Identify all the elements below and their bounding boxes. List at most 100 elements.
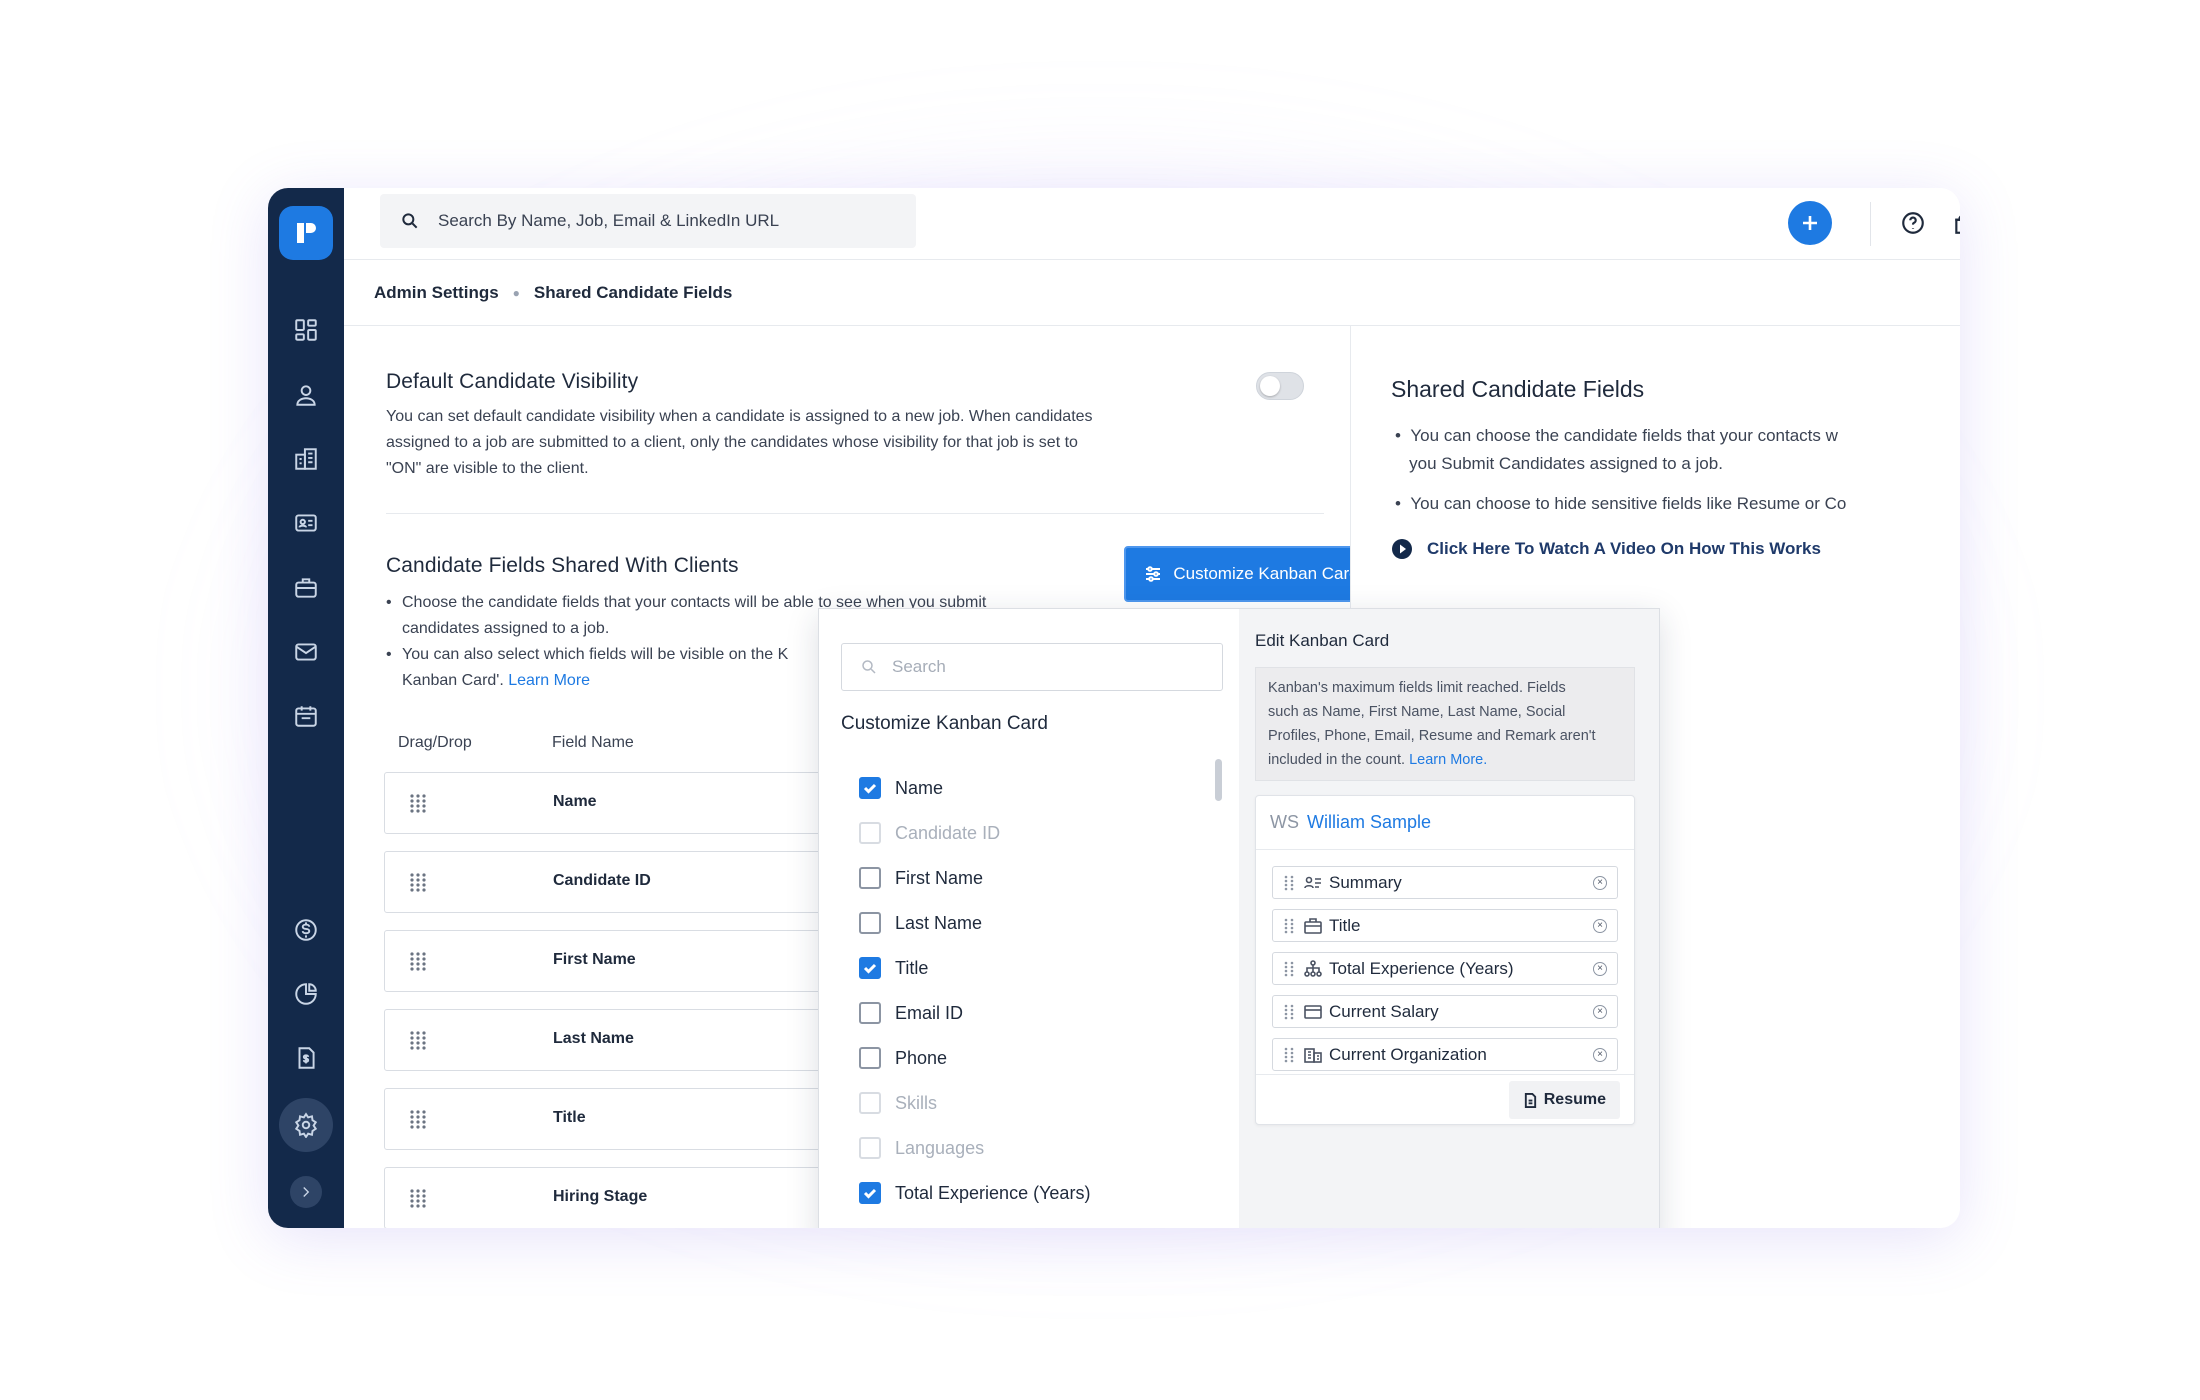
- edit-kanban-title: Edit Kanban Card: [1255, 631, 1390, 650]
- option-name[interactable]: Name: [859, 773, 943, 803]
- calendar-icon[interactable]: [288, 698, 324, 734]
- hierarchy-icon: [1303, 959, 1323, 979]
- resume-button[interactable]: Resume: [1508, 1081, 1620, 1119]
- option-phone[interactable]: Phone: [859, 1043, 947, 1073]
- billing-icon[interactable]: [288, 912, 324, 948]
- checkbox-checked[interactable]: [859, 957, 881, 979]
- field-row[interactable]: Last Name: [384, 1009, 864, 1071]
- contacts-icon[interactable]: [288, 505, 324, 541]
- remove-icon[interactable]: ×: [1593, 919, 1607, 933]
- customize-kanban-button[interactable]: Customize Kanban Card: [1124, 546, 1378, 602]
- checkbox[interactable]: [859, 912, 881, 934]
- chip-label: Summary: [1329, 872, 1402, 892]
- drag-handle-icon[interactable]: [1283, 960, 1297, 978]
- option-label: Phone: [895, 1047, 948, 1068]
- learn-more-link[interactable]: Learn More: [508, 672, 590, 689]
- option-total-experience[interactable]: Total Experience (Years): [859, 1178, 1090, 1208]
- option-title[interactable]: Title: [859, 953, 928, 983]
- field-row[interactable]: Hiring Stage: [384, 1167, 864, 1228]
- field-selector: Search Customize Kanban Card Name Candid…: [819, 609, 1237, 1228]
- topbar-divider: [1870, 202, 1871, 246]
- drag-handle-icon[interactable]: [1283, 1046, 1297, 1064]
- remove-icon[interactable]: ×: [1593, 962, 1607, 976]
- field-row[interactable]: Title: [384, 1088, 864, 1150]
- visibility-toggle[interactable]: [1256, 372, 1304, 400]
- checkbox[interactable]: [859, 867, 881, 889]
- option-first-name[interactable]: First Name: [859, 863, 983, 893]
- card-field-chip[interactable]: Total Experience (Years) ×: [1272, 952, 1618, 985]
- drag-handle-icon[interactable]: [409, 793, 427, 813]
- drag-handle-icon[interactable]: [1283, 1003, 1297, 1021]
- field-row[interactable]: Name: [384, 772, 864, 834]
- checkbox-checked[interactable]: [859, 777, 881, 799]
- drag-handle-icon[interactable]: [409, 951, 427, 971]
- jobs-icon[interactable]: [288, 570, 324, 606]
- search-icon: [862, 660, 876, 674]
- field-row[interactable]: Candidate ID: [384, 851, 864, 913]
- field-name: Title: [553, 1109, 586, 1126]
- plus-icon: [1803, 216, 1817, 230]
- remove-icon[interactable]: ×: [1593, 1048, 1607, 1062]
- remove-icon[interactable]: ×: [1593, 1005, 1607, 1019]
- settings-icon[interactable]: [279, 1098, 333, 1152]
- resume-label: Resume: [1543, 1091, 1606, 1108]
- mail-icon[interactable]: [288, 634, 324, 670]
- kanban-card-preview: WS William Sample Summary × Title × Tota…: [1255, 795, 1635, 1125]
- search-input[interactable]: Search By Name, Job, Email & LinkedIn UR…: [380, 194, 916, 248]
- option-label: Title: [895, 957, 929, 978]
- visibility-description-line: You can set default candidate visibility…: [386, 408, 1093, 425]
- summary-icon: [1303, 873, 1323, 893]
- help-bullet-text: You can choose to hide sensitive fields …: [1410, 494, 1847, 513]
- add-button[interactable]: [1788, 201, 1832, 245]
- notice-line: included in the count.: [1268, 752, 1410, 768]
- invoice-icon[interactable]: [288, 1040, 324, 1076]
- card-field-chip[interactable]: Current Salary ×: [1272, 995, 1618, 1028]
- companies-icon[interactable]: [288, 441, 324, 477]
- chip-label: Current Salary: [1329, 1001, 1439, 1021]
- candidate-name[interactable]: William Sample: [1307, 812, 1431, 833]
- field-row[interactable]: First Name: [384, 930, 864, 992]
- breadcrumb-separator: ●: [512, 285, 520, 300]
- option-email-id[interactable]: Email ID: [859, 998, 963, 1028]
- checkbox[interactable]: [859, 1047, 881, 1069]
- reports-icon[interactable]: [288, 976, 324, 1012]
- option-label: Total Experience (Years): [895, 1182, 1091, 1203]
- breadcrumb-parent[interactable]: Admin Settings: [374, 283, 499, 303]
- option-label: Skills: [895, 1092, 938, 1113]
- column-drag-drop: Drag/Drop: [398, 734, 472, 751]
- checkbox-checked[interactable]: [859, 1182, 881, 1204]
- drag-handle-icon[interactable]: [409, 1030, 427, 1050]
- scrollbar[interactable]: [1215, 759, 1222, 801]
- breadcrumb: Admin Settings ● Shared Candidate Fields: [344, 260, 1960, 326]
- section-divider: [386, 513, 1324, 514]
- option-label: Email ID: [895, 1002, 964, 1023]
- edit-kanban-panel: Edit Kanban Card Kanban's maximum fields…: [1239, 609, 1659, 1228]
- dashboard-icon[interactable]: [288, 312, 324, 348]
- watch-video-link[interactable]: Click Here To Watch A Video On How This …: [1391, 538, 1821, 560]
- help-icon[interactable]: [1900, 210, 1926, 236]
- drag-handle-icon[interactable]: [1283, 917, 1297, 935]
- kanban-search-input[interactable]: Search: [841, 643, 1223, 691]
- option-skills: Skills: [859, 1088, 937, 1118]
- option-last-name[interactable]: Last Name: [859, 908, 982, 938]
- drag-handle-icon[interactable]: [1283, 874, 1297, 892]
- option-label: Last Name: [895, 912, 983, 933]
- notice-learn-more-link[interactable]: Learn More.: [1409, 752, 1487, 768]
- drag-handle-icon[interactable]: [409, 1188, 427, 1208]
- expand-sidebar-icon[interactable]: [290, 1176, 322, 1208]
- field-name: Candidate ID: [553, 872, 651, 889]
- remove-icon[interactable]: ×: [1593, 876, 1607, 890]
- card-field-chip[interactable]: Title ×: [1272, 909, 1618, 942]
- card-field-chip[interactable]: Current Organization ×: [1272, 1038, 1618, 1071]
- notice-line: Profiles, Phone, Email, Resume and Remar…: [1268, 728, 1596, 744]
- field-name: First Name: [553, 951, 636, 968]
- checkbox[interactable]: [859, 1002, 881, 1024]
- candidates-icon[interactable]: [288, 377, 324, 413]
- visibility-description-line: "ON" are visible to the client.: [386, 460, 589, 477]
- app-logo[interactable]: [279, 206, 333, 260]
- checkbox-disabled: [859, 1137, 881, 1159]
- drag-handle-icon[interactable]: [409, 872, 427, 892]
- gift-icon[interactable]: [1952, 210, 1960, 236]
- card-field-chip[interactable]: Summary ×: [1272, 866, 1618, 899]
- drag-handle-icon[interactable]: [409, 1109, 427, 1129]
